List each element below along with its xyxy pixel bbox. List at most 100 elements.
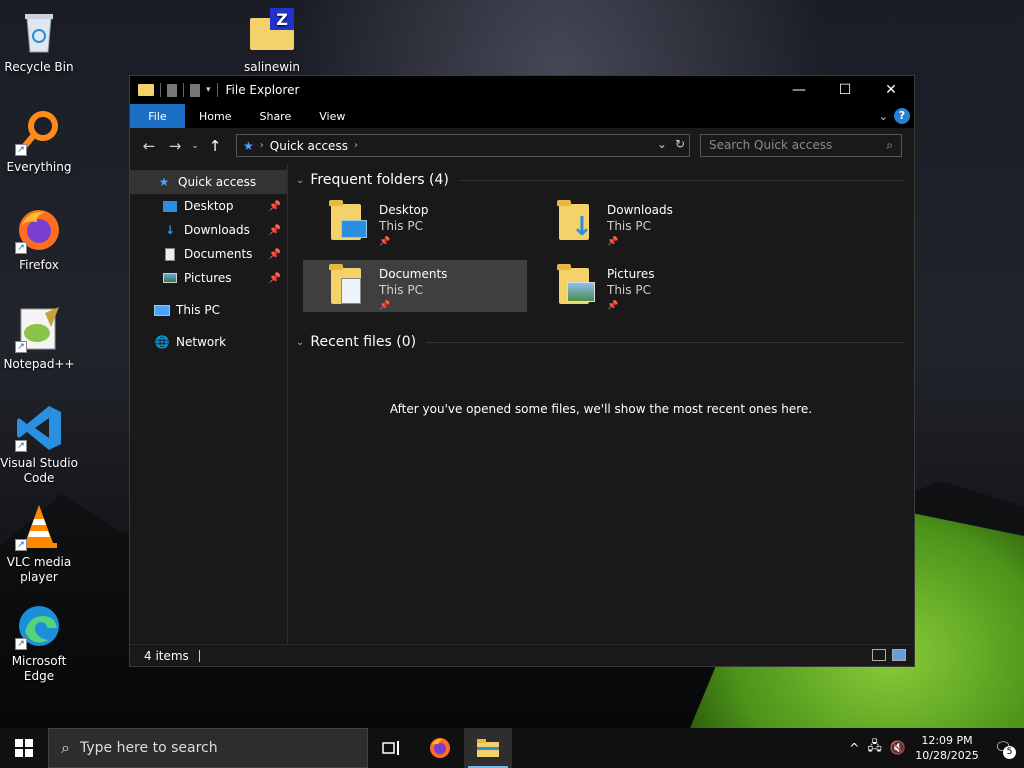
document-icon [162, 247, 178, 261]
shortcut-arrow-icon: ↗ [15, 144, 27, 156]
clock[interactable]: 12:09 PM 10/28/2025 [914, 733, 980, 763]
search-input[interactable]: Search Quick access ⌕ [700, 134, 902, 157]
nav-item-label: Downloads [184, 223, 250, 237]
folder-tile-downloads[interactable]: ↓ Downloads This PC 📌 [531, 196, 755, 248]
new-folder-icon[interactable] [190, 83, 200, 97]
desktop-icon-label: Microsoft Edge [11, 654, 67, 683]
desktop-icon-label: Notepad++ [3, 357, 75, 371]
star-icon: ★ [158, 175, 170, 189]
desktop-icon-vlc[interactable]: ↗ VLC media player [0, 503, 78, 585]
vscode-icon: ↗ [15, 404, 63, 452]
desktop-icon-label: VLC media player [6, 555, 72, 584]
clock-date: 10/28/2025 [915, 749, 979, 762]
quick-access-toolbar: ▾ [130, 83, 218, 97]
tab-share[interactable]: Share [245, 104, 305, 128]
pin-icon: 📌 [607, 237, 619, 247]
forward-button[interactable]: → [162, 137, 188, 155]
nav-item-documents[interactable]: Documents 📌 [130, 242, 287, 266]
volume-muted-icon[interactable]: 🔇 [890, 741, 906, 756]
maximize-button[interactable]: ☐ [822, 76, 868, 104]
back-button[interactable]: ← [136, 137, 162, 155]
folder-tile-desktop[interactable]: Desktop This PC 📌 [303, 196, 527, 248]
pin-icon: 📌 [379, 301, 391, 311]
chevron-down-icon: ⌄ [296, 336, 305, 348]
tab-file[interactable]: File [130, 104, 185, 128]
address-dropdown-icon[interactable]: ⌄ [657, 137, 667, 151]
tab-view[interactable]: View [305, 104, 359, 128]
desktop-icon-salinewin[interactable]: Z salinewin [233, 8, 311, 75]
details-view-icon[interactable] [872, 649, 886, 661]
folder-location: This PC [607, 219, 651, 233]
group-header-recent[interactable]: ⌄ Recent files (0) [296, 330, 914, 354]
group-header-frequent[interactable]: ⌄ Frequent folders (4) [296, 168, 914, 192]
refresh-icon[interactable]: ↻ [675, 137, 685, 151]
svg-text:Z: Z [276, 10, 288, 29]
nav-item-quick-access[interactable]: ★ Quick access [130, 170, 287, 194]
address-bar[interactable]: ★ › Quick access › ⌄ ↻ [236, 134, 690, 157]
everything-search-icon: ↗ [15, 108, 63, 156]
file-explorer-window[interactable]: ▾ File Explorer — ☐ ✕ File Home Share Vi… [129, 75, 915, 667]
divider [216, 83, 218, 97]
desktop-icon-everything[interactable]: ↗ Everything [0, 108, 78, 175]
nav-item-network[interactable]: 🌐 Network [130, 330, 287, 354]
tab-home[interactable]: Home [185, 104, 245, 128]
expand-ribbon-icon[interactable]: ⌄ [879, 110, 888, 123]
pin-icon: 📌 [607, 301, 619, 311]
properties-icon[interactable] [167, 83, 177, 97]
nav-item-pictures[interactable]: Pictures 📌 [130, 266, 287, 290]
action-center-button[interactable]: 🗨 5 [988, 733, 1018, 763]
chevron-up-icon[interactable]: ^ [849, 741, 859, 755]
help-icon[interactable]: ? [894, 108, 910, 124]
breadcrumb-separator-icon: › [259, 140, 264, 151]
title-bar[interactable]: ▾ File Explorer — ☐ ✕ [130, 76, 914, 104]
recycle-bin-icon [15, 8, 63, 56]
desktop-icon-vscode[interactable]: ↗ Visual Studio Code [0, 404, 78, 486]
notification-count: 5 [1003, 746, 1016, 759]
clock-time: 12:09 PM [921, 734, 973, 747]
pin-icon: 📌 [268, 272, 281, 284]
picture-icon [162, 271, 178, 285]
folder-tile-documents[interactable]: Documents This PC 📌 [303, 260, 527, 312]
nav-item-label: Documents [184, 247, 253, 261]
customize-toolbar-icon[interactable]: ▾ [206, 85, 211, 95]
nav-item-label: Network [176, 335, 227, 349]
task-view-button[interactable] [368, 728, 416, 768]
up-button[interactable]: ↑ [202, 137, 228, 155]
desktop-icon-recycle-bin[interactable]: Recycle Bin [0, 8, 78, 75]
nav-item-desktop[interactable]: Desktop 📌 [130, 194, 287, 218]
recent-locations-button[interactable]: ⌄ [188, 141, 202, 151]
nav-item-downloads[interactable]: ↓ Downloads 📌 [130, 218, 287, 242]
taskbar-file-explorer[interactable] [464, 728, 512, 768]
search-placeholder: Search Quick access [709, 138, 833, 152]
close-button[interactable]: ✕ [868, 76, 914, 104]
desktop-icon-edge[interactable]: ↗ Microsoft Edge [0, 602, 78, 684]
desktop-icon [162, 199, 178, 213]
notepadpp-icon: ↗ [15, 305, 63, 353]
folder-tile-pictures[interactable]: Pictures This PC 📌 [531, 260, 755, 312]
taskbar-search-input[interactable]: ⌕ Type here to search [48, 728, 368, 768]
start-button[interactable] [0, 728, 48, 768]
desktop-icon-notepadpp[interactable]: ↗ Notepad++ [0, 305, 78, 372]
folder-location: This PC [379, 283, 423, 297]
system-tray: ^ 🖧 🔇 12:09 PM 10/28/2025 🗨 5 [849, 728, 1024, 768]
downloads-folder-icon: ↓ [555, 200, 599, 244]
nav-item-this-pc[interactable]: This PC [130, 298, 287, 322]
divider [458, 179, 904, 181]
folder-location: This PC [379, 219, 423, 233]
star-icon: ★ [243, 138, 254, 153]
pictures-folder-icon [555, 264, 599, 308]
content-pane: ⌄ Frequent folders (4) Desktop This PC 📌 [288, 164, 914, 644]
minimize-button[interactable]: — [776, 76, 822, 104]
taskbar-firefox[interactable] [416, 728, 464, 768]
desktop-icon-label: Visual Studio Code [0, 456, 78, 485]
breadcrumb[interactable]: Quick access [270, 139, 348, 153]
network-status-icon[interactable]: 🖧 [867, 737, 882, 759]
breadcrumb-separator-icon: › [353, 140, 358, 151]
recent-empty-message: After you've opened some files, we'll sh… [389, 402, 813, 416]
explorer-body: ★ Quick access Desktop 📌 ↓ Downloads 📌 D… [130, 164, 914, 644]
edge-icon: ↗ [15, 602, 63, 650]
pin-icon: 📌 [268, 200, 281, 212]
desktop-icon-firefox[interactable]: ↗ Firefox [0, 206, 78, 273]
large-icons-view-icon[interactable] [892, 649, 906, 661]
divider [198, 649, 200, 662]
